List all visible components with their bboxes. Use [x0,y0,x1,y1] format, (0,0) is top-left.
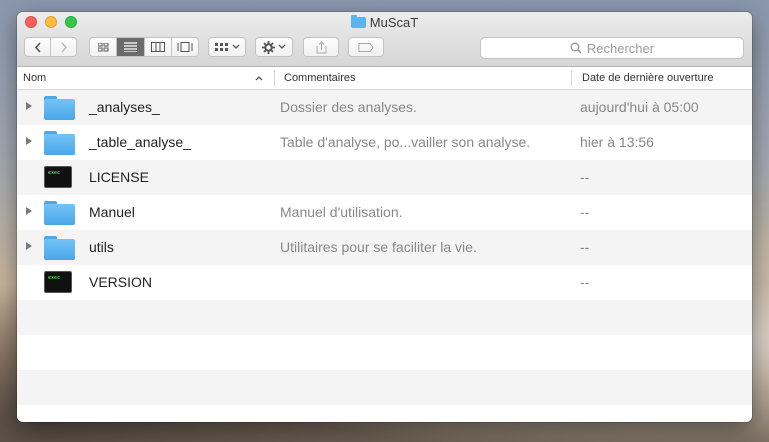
file-comment: Utilitaires pour se faciliter la vie. [280,239,477,255]
folder-icon [44,201,75,225]
comment-column-header[interactable]: Commentaires [284,67,356,89]
date-column-label: Date de dernière ouverture [582,72,714,84]
file-list: _analyses_ Dossier des analyses. aujourd… [17,90,752,405]
file-row-analyses[interactable]: _analyses_ Dossier des analyses. aujourd… [17,90,752,125]
executable-icon: exec [44,166,72,188]
file-name: Manuel [89,204,135,220]
search-field[interactable]: Rechercher [480,37,744,59]
column-view-button[interactable] [145,38,172,56]
file-row-manuel[interactable]: Manuel Manuel d'utilisation. -- [17,195,752,230]
file-date: -- [580,169,590,185]
list-icon [123,42,137,52]
file-name: _table_analyse_ [89,134,191,150]
date-column-header[interactable]: Date de dernière ouverture [582,67,713,89]
folder-icon [44,236,75,260]
window-title: MuScaT [17,15,752,30]
forward-button[interactable] [51,38,76,56]
group-button[interactable] [208,37,246,57]
file-name: utils [89,239,114,255]
folder-icon [350,15,366,28]
disclosure-triangle-icon[interactable] [26,242,32,250]
file-name: LICENSE [89,169,149,185]
column-divider[interactable] [571,70,572,86]
window-title-text: MuScaT [369,15,419,30]
grid-icon [97,42,109,51]
file-date: hier à 13:56 [580,134,654,150]
file-comment: Dossier des analyses. [280,99,417,115]
empty-row [17,370,752,405]
group-grid-icon [214,42,228,51]
chevron-right-icon [60,41,67,53]
tags-button[interactable] [348,37,384,57]
file-comment: Table d'analyse, po...vailler son analys… [280,134,531,150]
finder-window: MuScaT Rechercher Nom Commentaires Date … [17,12,752,422]
disclosure-triangle-icon[interactable] [26,102,32,110]
chevron-down-icon [232,44,239,49]
executable-icon: exec [44,271,72,293]
share-icon [316,40,326,53]
file-name: _analyses_ [89,99,160,115]
list-view-button[interactable] [117,38,145,56]
file-date: -- [580,204,590,220]
file-name: VERSION [89,274,153,290]
file-row-version[interactable]: exec VERSION -- [17,265,752,300]
icon-view-button[interactable] [90,38,118,56]
file-date: aujourd'hui à 05:00 [580,99,699,115]
gallery-icon [177,42,193,52]
column-divider[interactable] [274,70,275,86]
action-button[interactable] [255,37,293,57]
name-column-header[interactable]: Nom [23,67,46,89]
navigation-buttons [24,37,77,57]
file-row-license[interactable]: exec LICENSE -- [17,160,752,195]
columns-icon [150,42,165,52]
empty-row [17,300,752,335]
gear-icon [262,40,275,54]
chevron-down-icon [278,44,286,49]
search-icon [570,42,582,54]
tag-icon [358,42,374,52]
title-bar: MuScaT Rechercher [17,12,752,67]
file-date: -- [580,239,590,255]
column-header: Nom Commentaires Date de dernière ouvert… [17,67,752,90]
gallery-view-button[interactable] [172,38,198,56]
file-comment: Manuel d'utilisation. [280,204,403,220]
file-date: -- [580,274,590,290]
folder-icon [44,96,75,120]
chevron-left-icon [34,41,41,53]
empty-row [17,335,752,370]
view-mode-segment [89,37,199,57]
file-row-utils[interactable]: utils Utilitaires pour se faciliter la v… [17,230,752,265]
comment-column-label: Commentaires [284,72,356,84]
disclosure-triangle-icon[interactable] [26,137,32,145]
share-button[interactable] [303,37,339,57]
toolbar: Rechercher [17,37,752,59]
disclosure-triangle-icon[interactable] [26,207,32,215]
folder-icon [44,131,75,155]
chevron-up-icon [255,76,263,81]
back-button[interactable] [25,38,51,56]
name-column-label: Nom [23,72,47,84]
search-placeholder: Rechercher [586,40,655,56]
sort-ascending-icon [255,67,263,89]
file-row-table-analyse[interactable]: _table_analyse_ Table d'analyse, po...va… [17,125,752,160]
